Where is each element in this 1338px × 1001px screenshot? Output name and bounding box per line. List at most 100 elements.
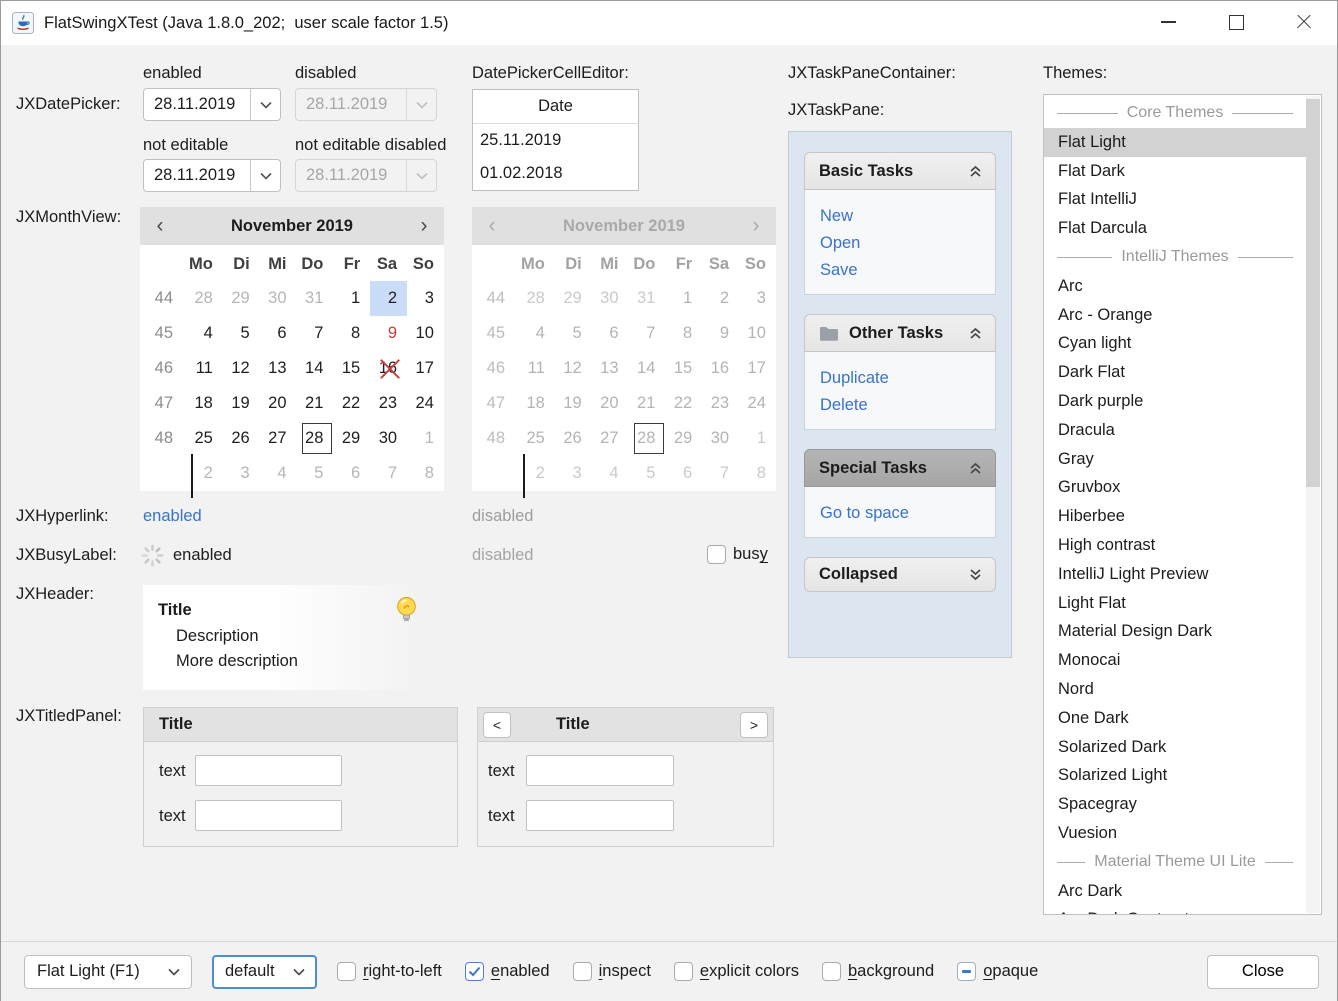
calendar-day[interactable]: 25	[518, 421, 555, 456]
calendar-day[interactable]: 3	[555, 456, 592, 491]
busy-checkbox[interactable]: busy	[707, 545, 768, 564]
hyperlink-enabled[interactable]: enabled	[143, 507, 202, 526]
calendar-day[interactable]: 14	[297, 351, 334, 386]
prev-month-icon[interactable]: ‹	[140, 207, 180, 245]
calendar-day[interactable]: 3	[407, 281, 444, 316]
theme-list-item[interactable]: Solarized Dark	[1044, 733, 1306, 762]
calendar-day[interactable]: 20	[260, 386, 297, 421]
checkbox[interactable]: inspect	[573, 962, 651, 981]
theme-list-item[interactable]: Solarized Light	[1044, 761, 1306, 790]
calendar-day[interactable]: 7	[629, 316, 666, 351]
calendar-day[interactable]: 30	[702, 421, 739, 456]
theme-list-item[interactable]: Dark Flat	[1044, 358, 1306, 387]
text-field[interactable]	[195, 800, 342, 831]
prev-button[interactable]: <	[483, 712, 511, 738]
task-link[interactable]: Go to space	[820, 500, 980, 527]
calendar-day[interactable]: 28	[629, 421, 666, 456]
calendar-day[interactable]: 26	[223, 421, 260, 456]
collapse-icon[interactable]	[968, 461, 983, 475]
theme-list-item[interactable]: Cyan light	[1044, 329, 1306, 358]
calendar-day[interactable]: 20	[592, 386, 629, 421]
checkbox[interactable]: opaque	[957, 962, 1038, 981]
calendar-day[interactable]: 5	[629, 456, 666, 491]
calendar-day[interactable]: 2	[518, 456, 555, 491]
calendar-day[interactable]: 27	[260, 421, 297, 456]
calendar-day[interactable]: 24	[739, 386, 776, 421]
theme-list-item[interactable]: Hiberbee	[1044, 502, 1306, 531]
maximize-button[interactable]	[1202, 0, 1270, 44]
calendar-day[interactable]: 6	[665, 456, 702, 491]
calendar-day[interactable]: 16	[370, 351, 407, 386]
scale-combobox[interactable]: default	[212, 955, 317, 989]
theme-list-item[interactable]: Arc	[1044, 272, 1306, 301]
calendar-day[interactable]: 6	[592, 316, 629, 351]
calendar-day[interactable]: 11	[518, 351, 555, 386]
datepicker-noteditable[interactable]: 28.11.2019	[143, 159, 281, 192]
theme-list-item[interactable]: Nord	[1044, 675, 1306, 704]
calendar-day[interactable]: 1	[739, 421, 776, 456]
checkbox[interactable]: enabled	[465, 962, 550, 981]
theme-list-item[interactable]: Material Design Dark	[1044, 617, 1306, 646]
calendar-day[interactable]: 17	[407, 351, 444, 386]
taskpane-header[interactable]: Basic Tasks	[804, 152, 996, 190]
checkbox[interactable]: background	[822, 962, 934, 981]
taskpane-header[interactable]: Special Tasks	[804, 449, 996, 487]
calendar-day[interactable]: 15	[665, 351, 702, 386]
checkbox[interactable]: explicit colors	[674, 962, 799, 981]
calendar-day[interactable]: 2	[186, 456, 223, 491]
calendar-day[interactable]: 10	[739, 316, 776, 351]
calendar-day[interactable]: 29	[223, 281, 260, 316]
calendar-day[interactable]: 6	[333, 456, 370, 491]
calendar-day[interactable]: 28	[186, 281, 223, 316]
theme-list-item[interactable]: Monocai	[1044, 646, 1306, 675]
datepicker-value[interactable]: 28.11.2019	[144, 160, 250, 191]
calendar-day[interactable]: 29	[555, 281, 592, 316]
theme-list-item[interactable]: One Dark	[1044, 704, 1306, 733]
calendar-day[interactable]: 5	[223, 316, 260, 351]
calendar-day[interactable]: 29	[333, 421, 370, 456]
calendar-day[interactable]: 24	[407, 386, 444, 421]
task-link[interactable]: Delete	[820, 392, 980, 419]
calendar-day[interactable]: 14	[629, 351, 666, 386]
calendar-day[interactable]: 9	[370, 316, 407, 351]
calendar-day[interactable]: 10	[407, 316, 444, 351]
calendar-day[interactable]: 25	[186, 421, 223, 456]
theme-list-item[interactable]: IntelliJ Light Preview	[1044, 560, 1306, 589]
calendar-day[interactable]: 5	[297, 456, 334, 491]
calendar-day[interactable]: 8	[739, 456, 776, 491]
table-column-header[interactable]: Date	[473, 90, 638, 124]
chevron-down-icon[interactable]	[250, 160, 280, 191]
chevron-down-icon[interactable]	[250, 89, 280, 120]
theme-list-item[interactable]: Flat Dark	[1044, 157, 1306, 186]
checkbox-box[interactable]	[573, 962, 592, 981]
calendar-day[interactable]: 31	[629, 281, 666, 316]
calendar-day[interactable]: 31	[297, 281, 334, 316]
calendar-day[interactable]: 1	[333, 281, 370, 316]
calendar-day[interactable]: 29	[665, 421, 702, 456]
calendar-day[interactable]: 8	[333, 316, 370, 351]
calendar-day[interactable]: 7	[297, 316, 334, 351]
calendar-day[interactable]: 21	[629, 386, 666, 421]
calendar-day[interactable]: 1	[407, 421, 444, 456]
calendar-day[interactable]: 19	[223, 386, 260, 421]
calendar-day[interactable]: 13	[260, 351, 297, 386]
calendar-day[interactable]: 16	[702, 351, 739, 386]
datepicker-enabled[interactable]: 28.11.2019	[143, 88, 281, 121]
calendar-day[interactable]: 3	[223, 456, 260, 491]
collapse-icon[interactable]	[968, 326, 983, 340]
collapse-icon[interactable]	[968, 164, 983, 178]
calendar-day[interactable]: 12	[223, 351, 260, 386]
next-month-icon[interactable]: ›	[404, 207, 444, 245]
calendar-day[interactable]: 18	[518, 386, 555, 421]
calendar-day[interactable]: 30	[592, 281, 629, 316]
calendar-day[interactable]: 2	[370, 281, 407, 316]
close-window-button[interactable]	[1270, 0, 1338, 44]
calendar-day[interactable]: 3	[739, 281, 776, 316]
calendar-day[interactable]: 7	[702, 456, 739, 491]
datepicker-value[interactable]: 28.11.2019	[144, 89, 250, 120]
task-link[interactable]: Duplicate	[820, 365, 980, 392]
calendar-day[interactable]: 23	[702, 386, 739, 421]
calendar-day[interactable]: 23	[370, 386, 407, 421]
theme-list-item[interactable]: Dark purple	[1044, 387, 1306, 416]
theme-list-item[interactable]: Gray	[1044, 445, 1306, 474]
